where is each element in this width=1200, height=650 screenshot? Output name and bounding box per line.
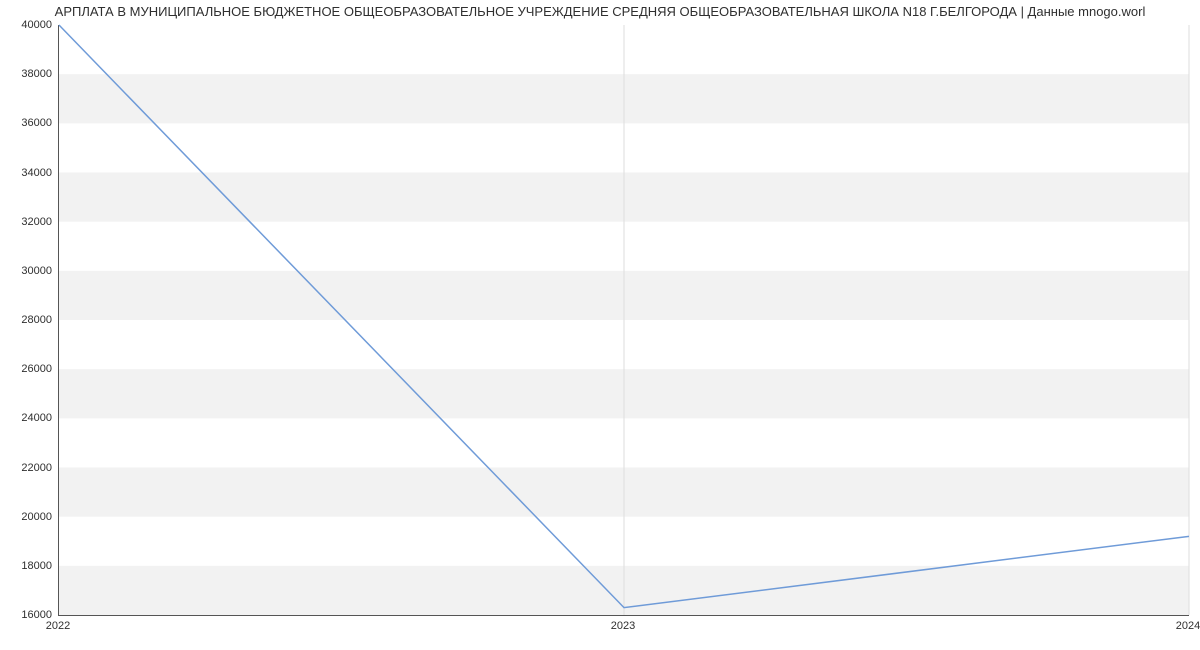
y-tick-label: 18000 xyxy=(4,560,52,572)
y-tick-label: 22000 xyxy=(4,462,52,474)
x-tick-label: 2024 xyxy=(1176,620,1200,632)
x-tick-label: 2022 xyxy=(46,620,70,632)
chart-container: АРПЛАТА В МУНИЦИПАЛЬНОЕ БЮДЖЕТНОЕ ОБЩЕОБ… xyxy=(0,0,1200,650)
y-tick-label: 28000 xyxy=(4,314,52,326)
y-tick-label: 40000 xyxy=(4,19,52,31)
x-tick-label: 2023 xyxy=(611,620,635,632)
y-tick-label: 34000 xyxy=(4,167,52,179)
y-tick-label: 24000 xyxy=(4,412,52,424)
y-tick-label: 20000 xyxy=(4,511,52,523)
chart-title: АРПЛАТА В МУНИЦИПАЛЬНОЕ БЮДЖЕТНОЕ ОБЩЕОБ… xyxy=(0,4,1200,19)
plot-area xyxy=(58,25,1189,616)
y-tick-label: 26000 xyxy=(4,363,52,375)
y-tick-label: 32000 xyxy=(4,216,52,228)
y-tick-label: 36000 xyxy=(4,117,52,129)
line-chart-svg xyxy=(59,25,1189,615)
y-tick-label: 38000 xyxy=(4,68,52,80)
y-tick-label: 30000 xyxy=(4,265,52,277)
